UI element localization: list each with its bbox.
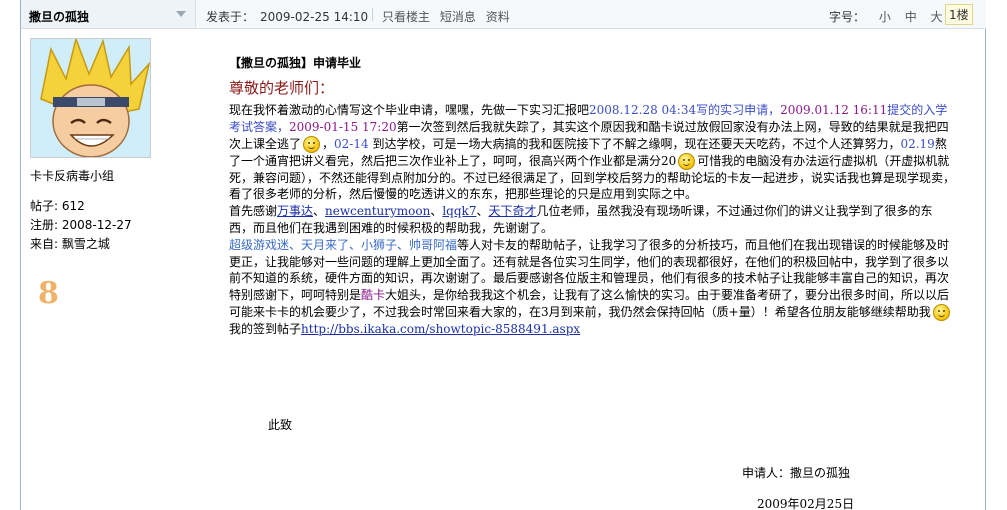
rank-badge: 8 — [38, 276, 59, 311]
font-size-large[interactable]: 大 — [931, 10, 943, 24]
avatar[interactable] — [30, 38, 151, 158]
page-margin-left — [0, 0, 20, 510]
chevron-down-icon[interactable] — [176, 11, 186, 17]
header-links: 只看楼主 短消息 资料 — [382, 8, 516, 25]
helper-names: 超级游戏迷、天月来了、小狮子、帅哥阿福 — [229, 237, 458, 252]
smiley-icon — [932, 303, 950, 321]
body-text: 我的签到帖子 — [229, 321, 302, 336]
date-highlight: 02.19 — [900, 136, 935, 151]
post-greeting: 尊敬的老师们： — [229, 79, 335, 97]
body-text: 现在我怀着激动的心情写这个毕业申请，嘿嘿，先做一下实习汇报吧 — [229, 103, 590, 117]
teacher-link[interactable]: 天下奇才 — [488, 204, 536, 218]
body-text: ， — [322, 136, 335, 151]
post-body: 现在我怀着激动的心情写这个毕业申请，嘿嘿，先做一下实习汇报吧2008.12.28… — [229, 102, 955, 338]
font-size-label: 字号： — [829, 10, 866, 24]
user-location: 来自: 飘雪之城 — [30, 237, 110, 251]
posted-time-value: 2009-02-25 14:10 — [260, 10, 369, 24]
signature-date: 2009年02月25日 — [757, 497, 855, 510]
signin-link[interactable]: http://bbs.ikaka.com/showtopic-8588491.a… — [301, 322, 580, 336]
divider — [372, 8, 373, 21]
post-title: 【撒旦の孤独】申请毕业 — [229, 56, 362, 70]
separator: 、 — [476, 204, 489, 219]
body-text: 写的实习申请， — [696, 103, 781, 117]
closing-text: 此致 — [268, 418, 293, 432]
post-count: 帖子: 612 — [30, 199, 85, 213]
author-header: 撒旦の孤独 — [21, 0, 196, 29]
message-link[interactable]: 短消息 — [440, 10, 476, 24]
font-size-small[interactable]: 小 — [879, 10, 891, 24]
post-header: 发表于： 2009-02-25 14:10 只看楼主 短消息 资料 字号： 小 中… — [196, 0, 986, 29]
register-date: 注册: 2008-12-27 — [30, 218, 132, 232]
font-size-selector: 字号： 小 中 大 — [829, 8, 943, 25]
body-text: 到达学校，可是一场大病搞的我和医院接下了不解之缘啊，现在还要天天吃药，不过个人还… — [368, 136, 901, 151]
floor-badge[interactable]: 1楼 — [945, 4, 973, 25]
page-margin-right — [987, 0, 1007, 510]
date-highlight: 2009.01.12 16:11 — [780, 103, 888, 117]
smiley-icon — [678, 152, 696, 170]
date-highlight: 02-14 — [334, 136, 369, 151]
avatar-image — [31, 39, 150, 157]
body-text: 首先感谢 — [229, 204, 278, 219]
posted-label: 发表于： — [206, 10, 255, 24]
separator: 、 — [313, 204, 326, 219]
applicant-signature: 申请人：撒旦の孤独 — [742, 466, 851, 480]
teacher-link[interactable]: lqqk7 — [442, 204, 476, 218]
user-group: 卡卡反病毒小组 — [30, 169, 115, 183]
author-name[interactable]: 撒旦の孤独 — [29, 8, 89, 25]
profile-link[interactable]: 资料 — [486, 10, 510, 24]
teacher-link[interactable]: newcenturymoon — [325, 204, 430, 218]
smiley-icon — [303, 135, 321, 153]
teacher-link[interactable]: 万事达 — [277, 204, 313, 218]
date-highlight: 2008.12.28 04:34 — [589, 103, 697, 117]
highlight-name: 酷卡 — [361, 288, 386, 303]
font-size-medium[interactable]: 中 — [905, 10, 917, 24]
only-author-link[interactable]: 只看楼主 — [382, 10, 430, 24]
post-time: 发表于： 2009-02-25 14:10 — [206, 8, 368, 25]
separator: 、 — [430, 204, 443, 219]
date-highlight: 2009-01-15 17:20 — [289, 119, 397, 134]
